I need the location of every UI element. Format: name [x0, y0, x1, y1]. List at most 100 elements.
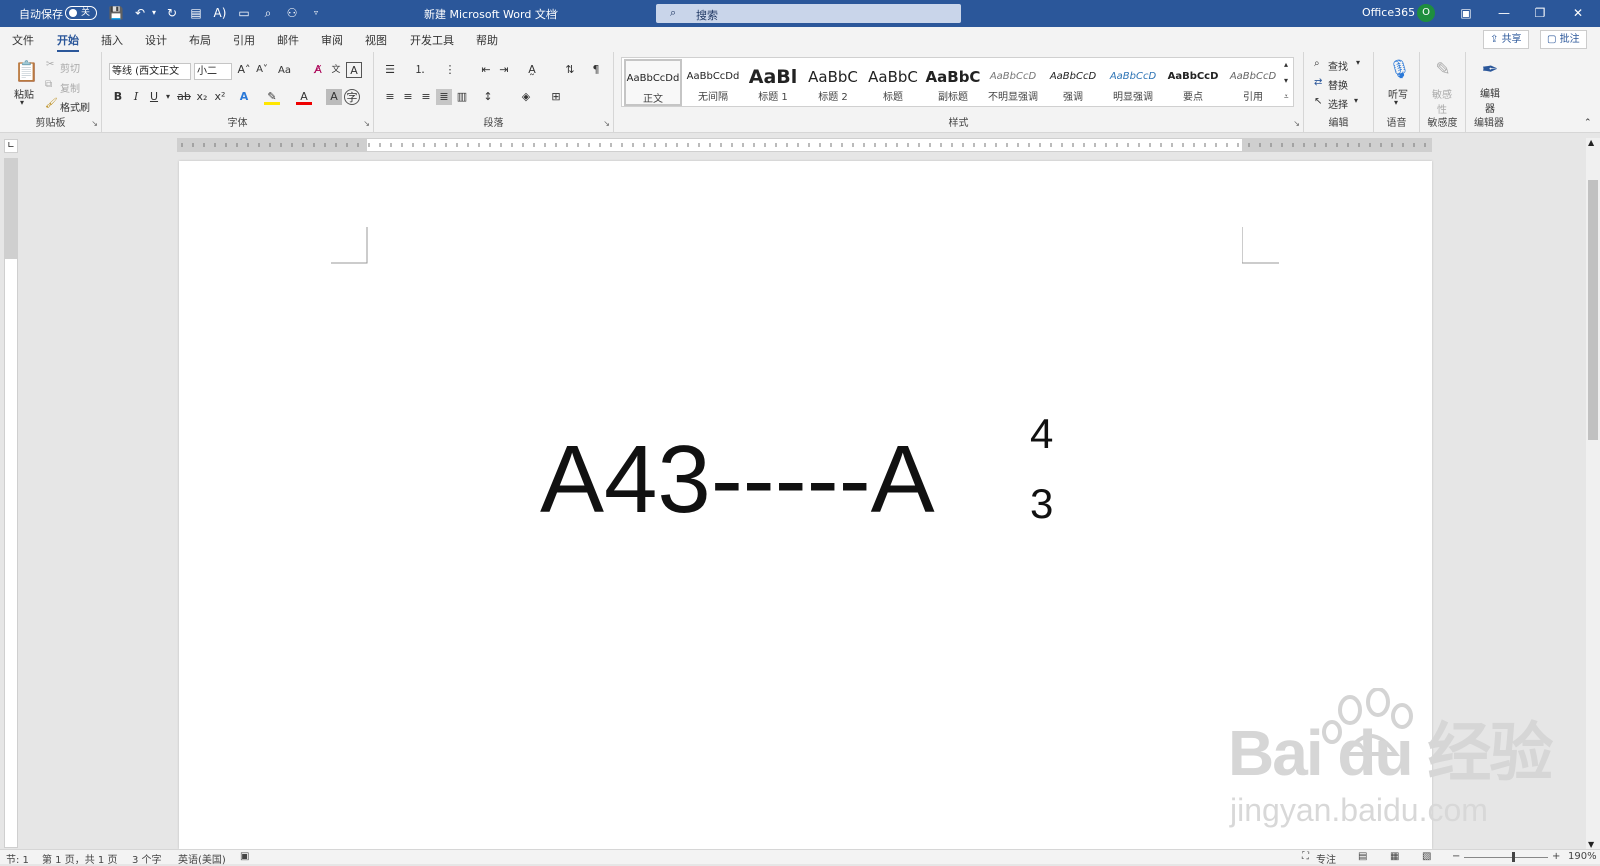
tab-stop-selector[interactable]: ∟	[4, 139, 18, 153]
save-icon[interactable]: 💾	[108, 5, 124, 21]
find-icon[interactable]: ⌕	[260, 5, 276, 21]
copy-label[interactable]: 复制	[60, 80, 80, 95]
share-button[interactable]: ⇪ 共享	[1483, 30, 1529, 49]
dictate-dropdown-icon[interactable]: ▾	[1394, 98, 1398, 107]
format-painter-label[interactable]: 格式刷	[60, 99, 90, 114]
autosave-toggle[interactable]: 关	[65, 6, 97, 20]
styles-scroll-up-icon[interactable]: ▴	[1284, 60, 1288, 69]
show-marks-icon[interactable]: ¶	[588, 62, 604, 78]
tab-help[interactable]: 帮助	[476, 32, 498, 48]
microphone-icon[interactable]: 🎙	[1388, 58, 1411, 82]
font-launcher-icon[interactable]: ↘	[363, 119, 370, 128]
find-label[interactable]: 查找	[1328, 58, 1348, 73]
tab-design[interactable]: 设计	[145, 32, 167, 48]
change-case-button[interactable]: Aa	[278, 65, 291, 76]
bold-icon[interactable]: B	[110, 89, 126, 105]
close-icon[interactable]: ✕	[1560, 0, 1596, 27]
character-border-icon[interactable]: A	[346, 62, 362, 78]
ribbon-display-icon[interactable]: ▣	[1448, 0, 1484, 27]
paragraph-launcher-icon[interactable]: ↘	[603, 119, 610, 128]
subscript-icon[interactable]: x₂	[194, 89, 210, 105]
replace-label[interactable]: 替换	[1328, 77, 1348, 92]
print-layout-icon[interactable]: ▦	[1390, 851, 1399, 862]
vertical-scrollbar[interactable]: ▲ ▼	[1586, 138, 1600, 849]
clear-formatting-icon[interactable]: A̸	[310, 62, 326, 78]
search-box[interactable]: ⌕ 搜索	[656, 4, 961, 23]
focus-icon[interactable]: ⛶	[1302, 851, 1309, 862]
highlight-icon[interactable]: ✎	[264, 89, 280, 105]
web-layout-icon[interactable]: ▧	[1422, 851, 1431, 862]
copy-icon[interactable]: ⧉	[45, 79, 52, 90]
style-subtitle[interactable]: AaBbC 副标题	[924, 59, 982, 106]
decrease-indent-icon[interactable]: ⇤	[478, 62, 494, 78]
sensitivity-icon[interactable]: ✎	[1434, 58, 1452, 82]
asian-layout-icon[interactable]: A̰	[524, 62, 540, 78]
font-name-select[interactable]: 等线 (西文正文	[109, 63, 191, 80]
style-normal[interactable]: AaBbCcDd 正文	[624, 59, 682, 106]
styles-scroll-down-icon[interactable]: ▾	[1284, 76, 1288, 85]
align-left-icon[interactable]: ≡	[382, 89, 398, 105]
tab-review[interactable]: 审阅	[321, 32, 343, 48]
underline-dropdown-icon[interactable]: ▾	[160, 89, 176, 105]
scroll-down-icon[interactable]: ▼	[1588, 840, 1594, 849]
cut-label[interactable]: 剪切	[60, 60, 80, 75]
enclose-characters-icon[interactable]: 字	[344, 89, 360, 105]
superscript-icon[interactable]: x²	[212, 89, 228, 105]
phonetic-guide-icon[interactable]: 文	[328, 62, 344, 78]
style-intense-emphasis[interactable]: AaBbCcD 明显强调	[1104, 59, 1162, 106]
styles-gallery[interactable]: AaBbCcDd 正文 AaBbCcDd 无间隔 AaBl 标题 1 AaBbC 标题 …	[621, 57, 1294, 107]
zoom-level[interactable]: 190%	[1568, 851, 1597, 862]
paste-icon[interactable]: 📋	[14, 58, 39, 84]
vertical-ruler[interactable]	[4, 158, 18, 848]
read-aloud-icon[interactable]: A)	[212, 5, 228, 21]
distributed-icon[interactable]: ▥	[454, 89, 470, 105]
style-title[interactable]: AaBbC 标题	[864, 59, 922, 106]
paste-dropdown-icon[interactable]: ▾	[20, 98, 24, 107]
find-button-icon[interactable]: ⌕	[1314, 58, 1320, 69]
avatar[interactable]: O	[1417, 4, 1435, 22]
align-center-icon[interactable]: ≡	[400, 89, 416, 105]
styles-more-icon[interactable]: ⩡	[1284, 92, 1289, 102]
new-document-icon[interactable]: ▤	[188, 5, 204, 21]
tab-view[interactable]: 视图	[365, 32, 387, 48]
tab-insert[interactable]: 插入	[101, 32, 123, 48]
cut-icon[interactable]: ✂	[46, 59, 54, 70]
comments-button[interactable]: ▢ 批注	[1540, 30, 1587, 49]
sensitivity-label[interactable]: 敏感性	[1430, 86, 1454, 116]
redo-icon[interactable]: ↻	[164, 5, 180, 21]
borders-icon[interactable]: ⊞	[548, 89, 564, 105]
editor-icon[interactable]: ✒	[1480, 56, 1500, 82]
increase-indent-icon[interactable]: ⇥	[496, 62, 512, 78]
minimize-icon[interactable]: —	[1486, 0, 1522, 27]
editor-label[interactable]: 编辑器	[1478, 85, 1502, 115]
style-subtle-emphasis[interactable]: AaBbCcD 不明显强调	[984, 59, 1042, 106]
style-strong[interactable]: AaBbCcD 要点	[1164, 59, 1222, 106]
clipboard-launcher-icon[interactable]: ↘	[91, 119, 98, 128]
select-icon[interactable]: ↖	[1314, 96, 1322, 107]
zoom-slider-thumb[interactable]	[1512, 852, 1515, 862]
title-dropdown-icon[interactable]: ⌄	[552, 6, 560, 16]
scrollbar-thumb[interactable]	[1588, 180, 1598, 440]
style-emphasis[interactable]: AaBbCcD 强调	[1044, 59, 1102, 106]
screenshot-icon[interactable]: ▭	[236, 5, 252, 21]
customize-toolbar-icon[interactable]: ▿	[308, 5, 324, 21]
font-size-select[interactable]: 小二	[194, 63, 232, 80]
zoom-out-icon[interactable]: −	[1452, 851, 1460, 862]
style-no-spacing[interactable]: AaBbCcDd 无间隔	[684, 59, 742, 106]
shading-icon[interactable]: ◈	[518, 89, 534, 105]
tab-developer[interactable]: 开发工具	[410, 32, 454, 48]
zoom-slider[interactable]	[1464, 857, 1548, 858]
org-chart-icon[interactable]: ⚇	[284, 5, 300, 21]
restore-icon[interactable]: ❐	[1522, 0, 1558, 27]
sort-icon[interactable]: ⇅	[562, 62, 578, 78]
select-dropdown-icon[interactable]: ▾	[1354, 96, 1358, 105]
text-effects-icon[interactable]: A	[236, 89, 252, 105]
justify-icon[interactable]: ≣	[436, 89, 452, 105]
scroll-up-icon[interactable]: ▲	[1588, 138, 1594, 147]
strikethrough-icon[interactable]: ab	[176, 89, 192, 105]
read-mode-icon[interactable]: ▤	[1358, 851, 1367, 862]
find-dropdown-icon[interactable]: ▾	[1356, 58, 1360, 67]
format-painter-icon[interactable]: 🖌	[45, 98, 58, 109]
select-label[interactable]: 选择	[1328, 96, 1348, 111]
tab-references[interactable]: 引用	[233, 32, 255, 48]
